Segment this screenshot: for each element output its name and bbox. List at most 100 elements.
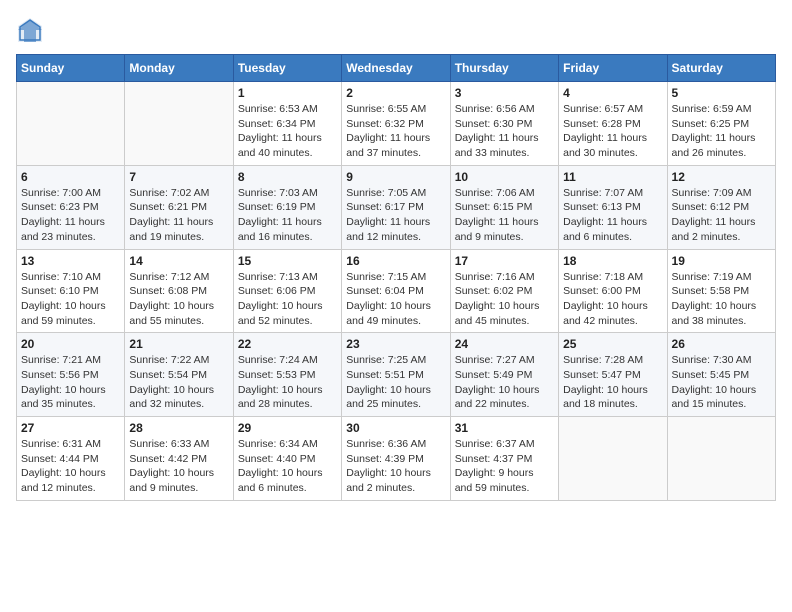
day-info: Sunrise: 7:00 AMSunset: 6:23 PMDaylight:…	[21, 186, 120, 245]
day-info: Sunrise: 6:56 AMSunset: 6:30 PMDaylight:…	[455, 102, 554, 161]
day-number: 11	[563, 170, 662, 184]
weekday-header-saturday: Saturday	[667, 55, 775, 82]
day-cell: 26 Sunrise: 7:30 AMSunset: 5:45 PMDayligh…	[667, 333, 775, 417]
day-info: Sunrise: 7:07 AMSunset: 6:13 PMDaylight:…	[563, 186, 662, 245]
day-info: Sunrise: 7:28 AMSunset: 5:47 PMDaylight:…	[563, 353, 662, 412]
day-cell: 31 Sunrise: 6:37 AMSunset: 4:37 PMDayligh…	[450, 417, 558, 501]
day-cell: 9 Sunrise: 7:05 AMSunset: 6:17 PMDaylight…	[342, 165, 450, 249]
day-info: Sunrise: 7:22 AMSunset: 5:54 PMDaylight:…	[129, 353, 228, 412]
page-header	[16, 16, 776, 44]
day-info: Sunrise: 7:27 AMSunset: 5:49 PMDaylight:…	[455, 353, 554, 412]
day-cell: 17 Sunrise: 7:16 AMSunset: 6:02 PMDayligh…	[450, 249, 558, 333]
day-number: 20	[21, 337, 120, 351]
day-cell	[125, 82, 233, 166]
day-cell: 13 Sunrise: 7:10 AMSunset: 6:10 PMDayligh…	[17, 249, 125, 333]
day-info: Sunrise: 6:55 AMSunset: 6:32 PMDaylight:…	[346, 102, 445, 161]
day-info: Sunrise: 7:10 AMSunset: 6:10 PMDaylight:…	[21, 270, 120, 329]
day-number: 4	[563, 86, 662, 100]
week-row-2: 6 Sunrise: 7:00 AMSunset: 6:23 PMDaylight…	[17, 165, 776, 249]
day-number: 16	[346, 254, 445, 268]
day-number: 13	[21, 254, 120, 268]
day-info: Sunrise: 6:37 AMSunset: 4:37 PMDaylight:…	[455, 437, 554, 496]
day-info: Sunrise: 6:34 AMSunset: 4:40 PMDaylight:…	[238, 437, 337, 496]
day-number: 21	[129, 337, 228, 351]
calendar: SundayMondayTuesdayWednesdayThursdayFrid…	[16, 54, 776, 501]
day-number: 1	[238, 86, 337, 100]
day-cell	[17, 82, 125, 166]
day-cell: 10 Sunrise: 7:06 AMSunset: 6:15 PMDayligh…	[450, 165, 558, 249]
day-info: Sunrise: 7:06 AMSunset: 6:15 PMDaylight:…	[455, 186, 554, 245]
day-cell: 7 Sunrise: 7:02 AMSunset: 6:21 PMDaylight…	[125, 165, 233, 249]
day-info: Sunrise: 6:53 AMSunset: 6:34 PMDaylight:…	[238, 102, 337, 161]
day-number: 5	[672, 86, 771, 100]
day-cell: 24 Sunrise: 7:27 AMSunset: 5:49 PMDayligh…	[450, 333, 558, 417]
day-cell: 28 Sunrise: 6:33 AMSunset: 4:42 PMDayligh…	[125, 417, 233, 501]
day-number: 24	[455, 337, 554, 351]
day-cell: 23Sunrise: 7:25 AMSunset: 5:51 PMDayligh…	[342, 333, 450, 417]
day-number: 2	[346, 86, 445, 100]
day-cell: 18Sunrise: 7:18 AMSunset: 6:00 PMDayligh…	[559, 249, 667, 333]
day-number: 26	[672, 337, 771, 351]
day-info: Sunrise: 6:57 AMSunset: 6:28 PMDaylight:…	[563, 102, 662, 161]
day-number: 8	[238, 170, 337, 184]
day-cell: 3 Sunrise: 6:56 AMSunset: 6:30 PMDaylight…	[450, 82, 558, 166]
day-info: Sunrise: 7:02 AMSunset: 6:21 PMDaylight:…	[129, 186, 228, 245]
logo	[16, 16, 48, 44]
weekday-header-wednesday: Wednesday	[342, 55, 450, 82]
day-info: Sunrise: 7:30 AMSunset: 5:45 PMDaylight:…	[672, 353, 771, 412]
day-number: 29	[238, 421, 337, 435]
day-info: Sunrise: 6:31 AMSunset: 4:44 PMDaylight:…	[21, 437, 120, 496]
week-row-1: 1 Sunrise: 6:53 AMSunset: 6:34 PMDaylight…	[17, 82, 776, 166]
day-cell: 6 Sunrise: 7:00 AMSunset: 6:23 PMDaylight…	[17, 165, 125, 249]
day-number: 19	[672, 254, 771, 268]
day-cell: 30 Sunrise: 6:36 AMSunset: 4:39 PMDayligh…	[342, 417, 450, 501]
day-cell: 5 Sunrise: 6:59 AMSunset: 6:25 PMDaylight…	[667, 82, 775, 166]
day-info: Sunrise: 7:13 AMSunset: 6:06 PMDaylight:…	[238, 270, 337, 329]
day-info: Sunrise: 7:18 AMSunset: 6:00 PMDaylight:…	[563, 270, 662, 329]
day-info: Sunrise: 6:59 AMSunset: 6:25 PMDaylight:…	[672, 102, 771, 161]
day-number: 7	[129, 170, 228, 184]
day-number: 6	[21, 170, 120, 184]
day-number: 31	[455, 421, 554, 435]
day-cell: 29 Sunrise: 6:34 AMSunset: 4:40 PMDayligh…	[233, 417, 341, 501]
day-cell: 14 Sunrise: 7:12 AMSunset: 6:08 PMDayligh…	[125, 249, 233, 333]
day-info: Sunrise: 6:33 AMSunset: 4:42 PMDaylight:…	[129, 437, 228, 496]
day-cell: 11 Sunrise: 7:07 AMSunset: 6:13 PMDayligh…	[559, 165, 667, 249]
day-info: Sunrise: 7:12 AMSunset: 6:08 PMDaylight:…	[129, 270, 228, 329]
day-number: 10	[455, 170, 554, 184]
day-number: 15	[238, 254, 337, 268]
day-number: 9	[346, 170, 445, 184]
day-info: Sunrise: 7:03 AMSunset: 6:19 PMDaylight:…	[238, 186, 337, 245]
day-info: Sunrise: 7:05 AMSunset: 6:17 PMDaylight:…	[346, 186, 445, 245]
weekday-header-thursday: Thursday	[450, 55, 558, 82]
day-info: Sunrise: 7:21 AMSunset: 5:56 PMDaylight:…	[21, 353, 120, 412]
day-number: 22	[238, 337, 337, 351]
day-number: 27	[21, 421, 120, 435]
weekday-header-friday: Friday	[559, 55, 667, 82]
day-cell: 2 Sunrise: 6:55 AMSunset: 6:32 PMDaylight…	[342, 82, 450, 166]
day-number: 23	[346, 337, 445, 351]
day-number: 28	[129, 421, 228, 435]
day-info: Sunrise: 7:15 AMSunset: 6:04 PMDaylight:…	[346, 270, 445, 329]
day-cell: 15 Sunrise: 7:13 AMSunset: 6:06 PMDayligh…	[233, 249, 341, 333]
day-cell: 27 Sunrise: 6:31 AMSunset: 4:44 PMDayligh…	[17, 417, 125, 501]
day-number: 25	[563, 337, 662, 351]
day-number: 14	[129, 254, 228, 268]
day-info: Sunrise: 7:16 AMSunset: 6:02 PMDaylight:…	[455, 270, 554, 329]
day-info: Sunrise: 7:24 AMSunset: 5:53 PMDaylight:…	[238, 353, 337, 412]
day-cell: 20 Sunrise: 7:21 AMSunset: 5:56 PMDayligh…	[17, 333, 125, 417]
day-info: Sunrise: 6:36 AMSunset: 4:39 PMDaylight:…	[346, 437, 445, 496]
week-row-4: 20 Sunrise: 7:21 AMSunset: 5:56 PMDayligh…	[17, 333, 776, 417]
day-info: Sunrise: 7:19 AMSunset: 5:58 PMDaylight:…	[672, 270, 771, 329]
week-row-3: 13 Sunrise: 7:10 AMSunset: 6:10 PMDayligh…	[17, 249, 776, 333]
day-cell	[559, 417, 667, 501]
day-number: 30	[346, 421, 445, 435]
day-cell: 16 Sunrise: 7:15 AMSunset: 6:04 PMDayligh…	[342, 249, 450, 333]
day-number: 12	[672, 170, 771, 184]
day-cell: 19 Sunrise: 7:19 AMSunset: 5:58 PMDayligh…	[667, 249, 775, 333]
day-number: 17	[455, 254, 554, 268]
day-number: 3	[455, 86, 554, 100]
day-cell: 22 Sunrise: 7:24 AMSunset: 5:53 PMDayligh…	[233, 333, 341, 417]
week-row-5: 27 Sunrise: 6:31 AMSunset: 4:44 PMDayligh…	[17, 417, 776, 501]
day-cell	[667, 417, 775, 501]
